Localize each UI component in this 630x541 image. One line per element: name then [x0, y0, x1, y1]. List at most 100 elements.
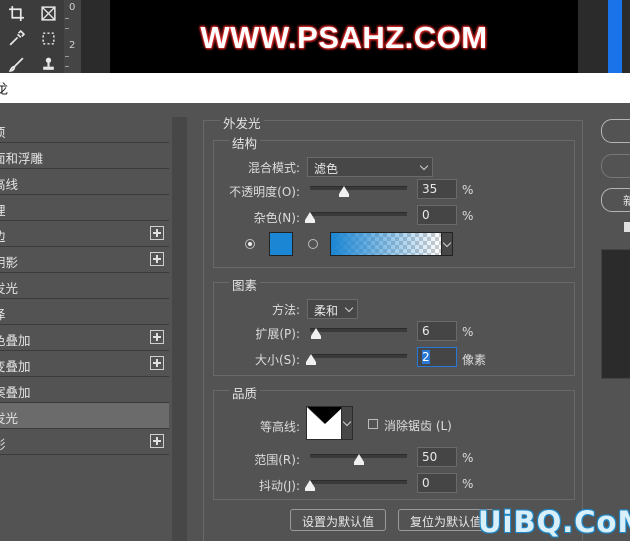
crop-icon[interactable] [6, 3, 26, 23]
eyedropper-icon[interactable] [6, 28, 26, 48]
jitter-slider-thumb[interactable] [305, 480, 315, 491]
blend-mode-select[interactable]: 滤色 [307, 157, 433, 177]
opacity-input[interactable]: 35 [417, 179, 457, 199]
style-list: 项面和浮雕高线理边阴影发光泽色叠加变叠加案叠加发光影 [0, 117, 170, 541]
plus-icon[interactable] [150, 252, 164, 266]
style-list-item-label: 泽 [0, 304, 6, 323]
style-list-item-label: 变叠加 [0, 359, 31, 374]
dialog-titlebar[interactable]: 龙 [0, 73, 630, 103]
style-list-item[interactable]: 色叠加 [0, 325, 169, 351]
size-input[interactable]: 2 [417, 347, 457, 367]
ruler-mark: 0 [69, 2, 76, 13]
style-list-item[interactable]: 项 [0, 117, 169, 143]
chevron-down-icon [342, 417, 352, 427]
watermark-logo: UiBQ.CoM [478, 505, 630, 539]
style-list-item-label: 面和浮雕 [0, 151, 44, 166]
dialog-title: 龙 [0, 82, 8, 98]
solid-color-radio[interactable] [245, 239, 255, 249]
photoshop-workspace: 0 2 WWW.PSAHZ.COM [0, 0, 630, 73]
opacity-label: 不透明度(O): [229, 185, 300, 199]
spread-label: 扩展(P): [255, 327, 300, 341]
noise-slider-thumb[interactable] [305, 212, 315, 223]
quality-title: 品质 [229, 383, 261, 402]
style-list-item[interactable]: 泽 [0, 299, 169, 325]
new-style-button[interactable]: 新 [601, 188, 630, 212]
antialias-label: 消除锯齿 (L) [384, 419, 452, 433]
preview-checkbox[interactable] [624, 222, 630, 232]
frame-icon[interactable] [38, 3, 58, 23]
style-list-scrollbar[interactable] [172, 117, 187, 541]
noise-unit: % [462, 209, 474, 223]
method-label: 方法: [271, 303, 300, 317]
spread-slider-track[interactable] [310, 328, 407, 332]
style-list-item-label: 发光 [0, 411, 19, 426]
range-unit: % [462, 451, 474, 465]
size-slider-track[interactable] [310, 354, 407, 358]
antialias-checkbox[interactable] [368, 419, 378, 429]
style-list-item[interactable]: 发光 [0, 273, 169, 299]
plus-icon[interactable] [150, 434, 164, 448]
blend-mode-label: 混合模式: [247, 161, 300, 175]
method-select[interactable]: 柔和 [307, 299, 358, 319]
gradient-dropdown[interactable] [441, 232, 453, 256]
size-slider-thumb[interactable] [305, 354, 316, 365]
jitter-unit: % [462, 477, 474, 491]
ok-button[interactable] [601, 119, 630, 143]
contour-label: 等高线: [259, 420, 300, 434]
canvas-edge [608, 0, 630, 73]
style-list-item-label: 高线 [0, 177, 19, 192]
plus-icon[interactable] [150, 356, 164, 370]
style-list-item[interactable]: 影 [0, 429, 169, 455]
style-list-item[interactable]: 发光 [0, 403, 169, 429]
cancel-button[interactable] [601, 154, 630, 178]
elements-title: 图素 [229, 275, 261, 294]
style-list-item-label: 理 [0, 200, 6, 219]
structure-title: 结构 [229, 133, 261, 152]
plus-icon[interactable] [150, 226, 164, 240]
style-list-item-label: 案叠加 [0, 385, 31, 400]
opacity-slider-track[interactable] [310, 186, 407, 190]
brush-icon[interactable] [6, 54, 26, 74]
range-input[interactable]: 50 [417, 447, 457, 467]
style-list-item-label: 影 [0, 434, 6, 453]
gradient-radio[interactable] [308, 239, 318, 249]
spread-input[interactable]: 6 [417, 321, 457, 341]
contour-picker[interactable] [306, 406, 342, 440]
noise-input[interactable]: 0 [417, 205, 457, 225]
style-list-item-label: 阴影 [0, 255, 19, 270]
spread-slider-thumb[interactable] [310, 328, 321, 339]
set-default-button[interactable]: 设置为默认值 [290, 509, 386, 531]
style-list-item[interactable]: 变叠加 [0, 351, 169, 377]
stamp-icon[interactable] [38, 54, 58, 74]
range-slider-thumb[interactable] [353, 454, 364, 465]
gradient-picker[interactable] [330, 232, 442, 256]
jitter-input[interactable]: 0 [417, 473, 457, 493]
style-list-item[interactable]: 案叠加 [0, 377, 169, 403]
ruler-mark: 2 [69, 40, 76, 51]
spread-unit: % [462, 325, 474, 339]
style-list-item[interactable]: 理 [0, 195, 169, 221]
chevron-down-icon [344, 303, 354, 313]
style-list-item[interactable]: 面和浮雕 [0, 143, 169, 169]
style-list-item[interactable]: 阴影 [0, 247, 169, 273]
opacity-unit: % [462, 183, 474, 197]
style-list-item-label: 边 [0, 226, 6, 245]
noise-slider-track[interactable] [310, 212, 407, 216]
blend-mode-value: 滤色 [314, 162, 339, 176]
vertical-ruler: 0 2 [64, 0, 82, 73]
contour-dropdown[interactable] [341, 406, 353, 440]
plus-icon[interactable] [150, 330, 164, 344]
style-list-item-label: 色叠加 [0, 333, 31, 348]
document-canvas: WWW.PSAHZ.COM [110, 0, 578, 73]
style-list-item[interactable]: 边 [0, 221, 169, 247]
marquee-icon[interactable] [38, 28, 58, 48]
style-list-item[interactable]: 高线 [0, 169, 169, 195]
size-label: 大小(S): [254, 353, 300, 367]
chevron-down-icon [419, 161, 429, 171]
opacity-slider-thumb[interactable] [338, 186, 349, 197]
jitter-slider-track[interactable] [310, 480, 407, 484]
jitter-label: 抖动(J): [259, 479, 300, 493]
style-list-item-label: 发光 [0, 281, 19, 296]
method-value: 柔和 [314, 304, 339, 318]
glow-color-swatch[interactable] [269, 232, 293, 256]
